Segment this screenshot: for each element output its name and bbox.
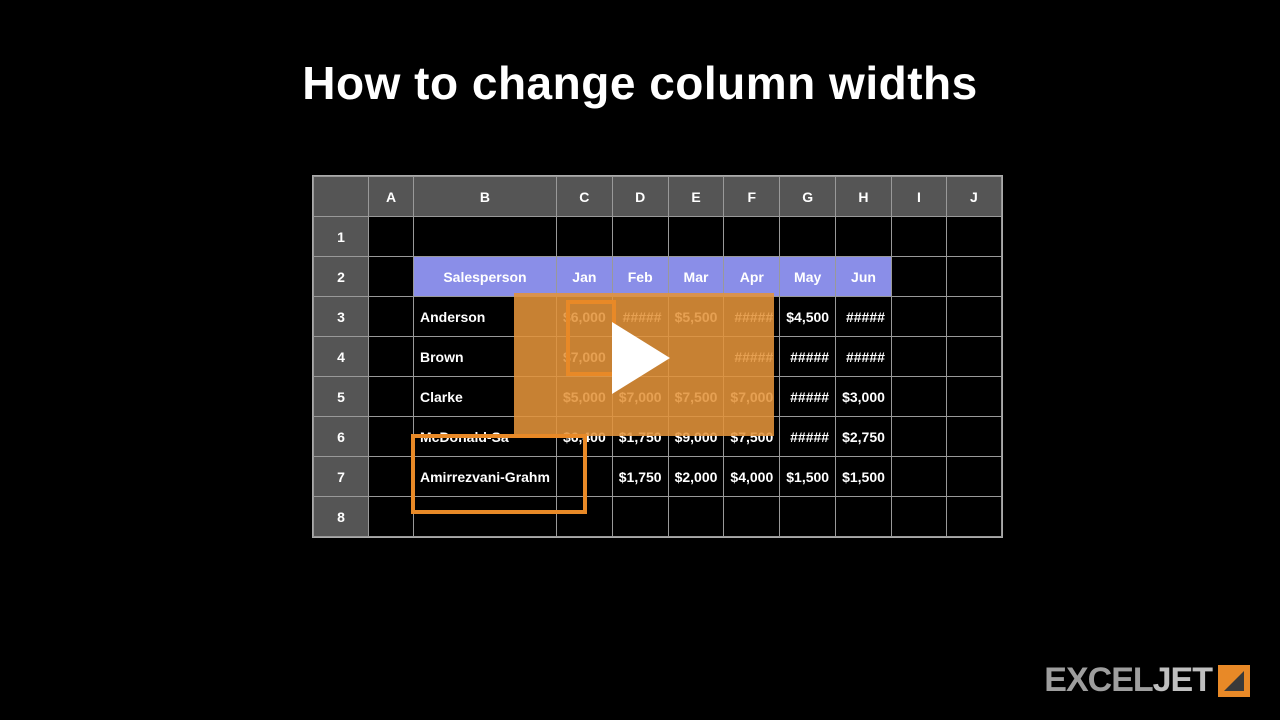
col-header-D[interactable]: D [612,177,668,217]
col-header-A[interactable]: A [369,177,414,217]
select-all-corner[interactable] [314,177,369,217]
cell[interactable] [369,297,414,337]
cell[interactable] [556,217,612,257]
header-mar[interactable]: Mar [668,257,724,297]
cell[interactable] [369,497,414,537]
header-feb[interactable]: Feb [612,257,668,297]
cell[interactable] [724,497,780,537]
cell[interactable] [668,217,724,257]
col-header-E[interactable]: E [668,177,724,217]
col-header-G[interactable]: G [780,177,836,217]
cell[interactable] [780,497,836,537]
cell[interactable] [891,297,946,337]
header-jan[interactable]: Jan [556,257,612,297]
row-header-2[interactable]: 2 [314,257,369,297]
play-button-icon[interactable] [612,322,670,394]
video-thumbnail: How to change column widths A B C D E F … [0,0,1280,720]
row-2: 2 Salesperson Jan Feb Mar Apr May Jun [314,257,1002,297]
cell[interactable] [369,417,414,457]
cell[interactable] [946,337,1001,377]
cell[interactable] [836,217,892,257]
header-jun[interactable]: Jun [836,257,892,297]
cell[interactable] [946,457,1001,497]
row-header-7[interactable]: 7 [314,457,369,497]
cell[interactable] [414,217,557,257]
row-header-8[interactable]: 8 [314,497,369,537]
row-header-5[interactable]: 5 [314,377,369,417]
col-header-I[interactable]: I [891,177,946,217]
cell-value[interactable]: ##### [780,417,836,457]
col-header-C[interactable]: C [556,177,612,217]
cell[interactable] [946,297,1001,337]
cell[interactable] [891,497,946,537]
cell[interactable] [369,457,414,497]
col-header-B[interactable]: B [414,177,557,217]
cell[interactable] [780,217,836,257]
cell-value[interactable]: $2,000 [668,457,724,497]
cell[interactable] [891,377,946,417]
header-salesperson[interactable]: Salesperson [414,257,557,297]
cell[interactable] [724,217,780,257]
cell-value[interactable]: ##### [836,297,892,337]
brand-logo: EXCELJET [1044,661,1250,700]
row-header-3[interactable]: 3 [314,297,369,337]
cell[interactable] [891,457,946,497]
highlight-box-column [566,300,616,376]
col-header-H[interactable]: H [836,177,892,217]
row-header-1[interactable]: 1 [314,217,369,257]
cell[interactable] [891,417,946,457]
cell-value[interactable]: ##### [780,337,836,377]
cell[interactable] [612,497,668,537]
cell[interactable] [369,257,414,297]
row-header-4[interactable]: 4 [314,337,369,377]
cell-value[interactable]: $3,000 [836,377,892,417]
highlight-box-rows [411,434,587,514]
cell[interactable] [946,377,1001,417]
cell[interactable] [946,497,1001,537]
cell[interactable] [668,497,724,537]
arrow-icon [1218,665,1250,697]
cell-value[interactable]: $4,500 [780,297,836,337]
cell-value[interactable]: $1,750 [612,457,668,497]
column-header-row: A B C D E F G H I J [314,177,1002,217]
video-title: How to change column widths [0,56,1280,110]
cell-value[interactable]: $1,500 [780,457,836,497]
cell[interactable] [369,377,414,417]
cell[interactable] [946,417,1001,457]
cell-value[interactable]: $4,000 [724,457,780,497]
col-header-J[interactable]: J [946,177,1001,217]
cell[interactable] [946,257,1001,297]
cell[interactable] [836,497,892,537]
cell[interactable] [891,257,946,297]
cell[interactable] [369,217,414,257]
cell[interactable] [946,217,1001,257]
col-header-F[interactable]: F [724,177,780,217]
cell[interactable] [369,337,414,377]
header-apr[interactable]: Apr [724,257,780,297]
cell[interactable] [891,337,946,377]
cell-value[interactable]: $1,500 [836,457,892,497]
row-header-6[interactable]: 6 [314,417,369,457]
cell-value[interactable]: $2,750 [836,417,892,457]
cell-value[interactable]: ##### [780,377,836,417]
logo-text-excel: EXCELJET [1044,661,1212,700]
header-may[interactable]: May [780,257,836,297]
cell[interactable] [891,217,946,257]
cell-value[interactable]: ##### [836,337,892,377]
cell[interactable] [612,217,668,257]
row-1: 1 [314,217,1002,257]
